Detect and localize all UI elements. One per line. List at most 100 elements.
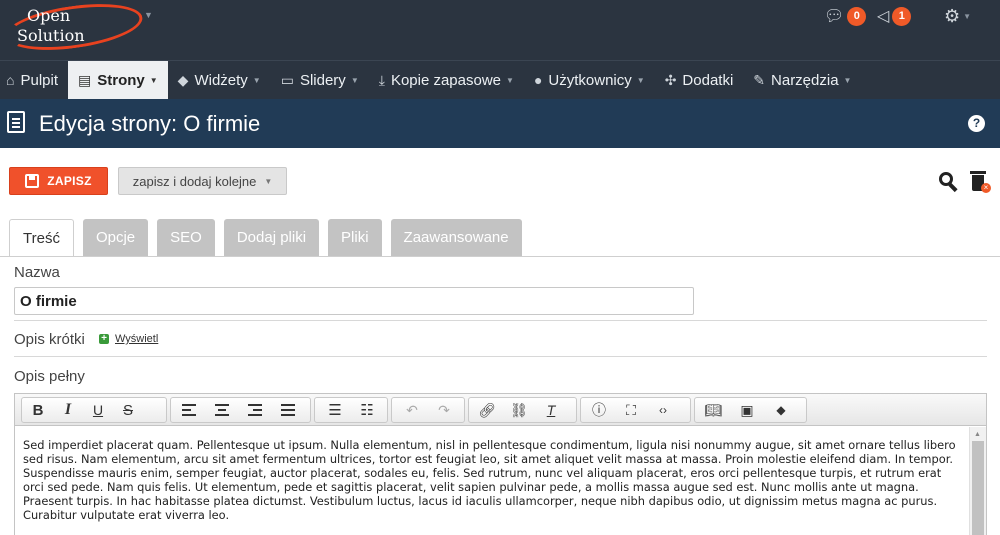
top-header: Open Solution ▼ 💬︎ 0 ◁ 1 ⚙ ▼ [0, 0, 1000, 60]
tools-group: ⓘ ⛶ ‹› [580, 397, 691, 423]
cube-icon[interactable]: ◆ [769, 398, 793, 422]
scrollbar-thumb[interactable] [972, 441, 984, 535]
bold-icon[interactable]: B [26, 398, 50, 422]
send-icon: ◁ [877, 8, 890, 25]
gears-icon: ⚙ [944, 6, 961, 26]
scroll-up-icon[interactable]: ▲ [974, 431, 981, 438]
page-title-bar: Edycja strony: O firmie ? [0, 99, 1000, 148]
align-justify-icon[interactable] [276, 398, 300, 422]
cube-icon: ◆ [177, 71, 189, 88]
tab-zaawansowane[interactable]: Zaawansowane [390, 219, 522, 256]
nav-item-label: Slidery [299, 71, 346, 89]
nav-item-label: Strony [97, 71, 145, 89]
help-icon[interactable]: ? [968, 115, 985, 132]
chevron-down-icon: ▼ [264, 176, 273, 186]
save-and-add-next-button[interactable]: zapisz i dodaj kolejne ▼ [118, 167, 287, 195]
settings-button[interactable]: ⚙ ▼ [944, 6, 971, 27]
format-group: B I U S [21, 397, 167, 423]
save-and-add-next-label: zapisz i dodaj kolejne [132, 173, 257, 189]
main-nav: ⌂ Pulpit ▤ Strony ▼ ◆ Widżety ▼ ▭ Slider… [0, 60, 1000, 99]
nav-item-slidery[interactable]: ▭ Slidery ▼ [271, 61, 369, 99]
image-icon[interactable]: ▣ [735, 398, 759, 422]
tab-seo[interactable]: SEO [157, 219, 215, 256]
comment-icon: 💬︎ [824, 8, 845, 25]
floppy-icon [25, 174, 40, 188]
nav-item-label: Pulpit [20, 71, 58, 89]
full-desc-label: Opis pełny [14, 368, 85, 385]
underline-icon[interactable]: U [86, 398, 110, 422]
editor-scrollbar[interactable]: ▲ [969, 427, 986, 535]
messages-button[interactable]: ◁ 1 [877, 6, 912, 26]
notifications-badge: 0 [847, 6, 867, 26]
undo-icon[interactable]: ↶ [400, 398, 424, 422]
nav-item-narzedzia[interactable]: ✎ Narzędzia ▼ [743, 61, 861, 99]
italic-icon[interactable]: I [56, 398, 80, 422]
link-group: 🔗︎ ⛓︎ T [468, 397, 577, 423]
nav-item-uzytkownicy[interactable]: ● Użytkownicy ▼ [524, 61, 655, 99]
logo-text-line2: Solution [17, 26, 85, 45]
editor-content[interactable]: Sed imperdiet placerat quam. Pellentesqu… [23, 438, 965, 522]
divider [14, 320, 987, 321]
page-title: Edycja strony: O firmie [39, 111, 261, 136]
chevron-down-icon: ▼ [252, 75, 261, 85]
bulleted-list-icon[interactable]: ☰ [323, 398, 347, 422]
tab-dodaj-pliki[interactable]: Dodaj pliki [223, 219, 320, 256]
user-icon: ● [533, 72, 543, 88]
name-field[interactable] [14, 287, 694, 315]
messages-badge: 1 [892, 6, 912, 26]
search-icon[interactable] [938, 171, 958, 193]
nav-item-dodatki[interactable]: ✣ Dodatki [655, 61, 744, 99]
divider [14, 356, 987, 357]
editor-toolbar: B I U S ☰ ☷ ↶ ↷ 🔗︎ ⛓︎ T ⓘ ⛶ ‹› 📖︎ ▣ ◆ [15, 394, 986, 426]
tab-opcje[interactable]: Opcje [82, 219, 149, 256]
rich-text-editor: B I U S ☰ ☷ ↶ ↷ 🔗︎ ⛓︎ T ⓘ ⛶ ‹› 📖︎ ▣ ◆ Se… [14, 393, 987, 535]
numbered-list-icon[interactable]: ☷ [355, 398, 379, 422]
align-center-icon[interactable] [210, 398, 234, 422]
strikethrough-icon[interactable]: S [116, 398, 140, 422]
nav-item-strony[interactable]: ▤ Strony ▼ [68, 61, 168, 99]
show-short-desc-link[interactable]: + Wyświetl [99, 333, 158, 345]
plus-icon: + [99, 334, 109, 344]
nav-item-label: Dodatki [682, 71, 734, 89]
source-code-icon[interactable]: ‹› [651, 398, 675, 422]
brand-logo[interactable]: Open Solution [2, 0, 146, 58]
nav-item-label: Narzędzia [771, 71, 839, 89]
nav-item-pulpit[interactable]: ⌂ Pulpit [0, 61, 68, 99]
save-button-label: ZAPISZ [47, 174, 92, 188]
nav-item-widzety[interactable]: ◆ Widżety ▼ [168, 61, 271, 99]
chevron-down-icon: ▼ [843, 75, 852, 85]
document-icon [7, 111, 25, 133]
history-group: ↶ ↷ [391, 397, 465, 423]
settings-chevron-down-icon: ▼ [963, 12, 972, 21]
insert-group: 📖︎ ▣ ◆ [694, 397, 807, 423]
redo-icon[interactable]: ↷ [432, 398, 456, 422]
fullscreen-icon[interactable]: ⛶ [619, 398, 643, 422]
image-icon: ▭ [280, 71, 294, 88]
wrench-icon: ✎ [753, 71, 766, 88]
brand-chevron-down-icon[interactable]: ▼ [144, 10, 153, 20]
edit-tabs: Treść Opcje SEO Dodaj pliki Pliki Zaawan… [9, 219, 522, 257]
save-button[interactable]: ZAPISZ [9, 167, 108, 195]
align-left-icon[interactable] [177, 398, 201, 422]
notifications-button[interactable]: 💬︎ 0 [824, 6, 867, 26]
tab-tresc[interactable]: Treść [9, 219, 74, 257]
link-icon[interactable]: 🔗︎ [475, 398, 499, 422]
chevron-down-icon: ▼ [149, 75, 158, 85]
show-link-label: Wyświetl [115, 333, 159, 345]
chevron-down-icon: ▼ [506, 75, 514, 85]
delete-icon[interactable]: × [969, 169, 991, 195]
help-circle-icon[interactable]: ⓘ [587, 398, 611, 422]
unlink-icon[interactable]: ⛓︎ [507, 398, 531, 422]
puzzle-icon: ✣ [664, 71, 677, 88]
short-desc-label: Opis krótki [14, 331, 85, 348]
align-right-icon[interactable] [243, 398, 267, 422]
nav-item-label: Widżety [194, 71, 248, 89]
tabs-divider [0, 256, 1000, 257]
clear-format-icon[interactable]: T [539, 398, 563, 422]
list-group: ☰ ☷ [314, 397, 388, 423]
tab-pliki[interactable]: Pliki [328, 219, 382, 256]
nav-item-kopie-zapasowe[interactable]: ⤓ Kopie zapasowe ▼ [369, 61, 524, 99]
chevron-down-icon: ▼ [636, 75, 645, 85]
book-icon[interactable]: 📖︎ [701, 398, 725, 422]
nav-item-label: Kopie zapasowe [390, 71, 502, 89]
